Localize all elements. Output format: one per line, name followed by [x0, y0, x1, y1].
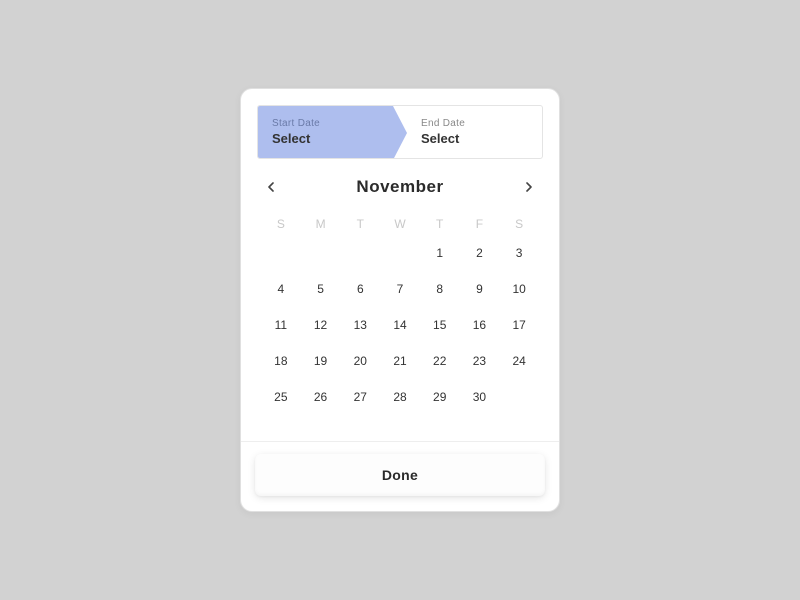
day-cell[interactable]: 21 — [380, 343, 420, 379]
weekday-header: S — [261, 213, 301, 235]
prev-month-button[interactable] — [263, 179, 279, 195]
day-cell[interactable]: 5 — [301, 271, 341, 307]
day-cell-empty — [301, 235, 341, 271]
weekday-header: F — [460, 213, 500, 235]
day-cell[interactable]: 27 — [340, 379, 380, 415]
day-cell[interactable]: 8 — [420, 271, 460, 307]
day-cell[interactable]: 28 — [380, 379, 420, 415]
end-date-value: Select — [421, 131, 528, 146]
day-cell[interactable]: 24 — [499, 343, 539, 379]
weekday-header-row: SMTWTFS — [257, 213, 543, 235]
day-cell[interactable]: 25 — [261, 379, 301, 415]
day-cell[interactable]: 10 — [499, 271, 539, 307]
day-cell[interactable]: 6 — [340, 271, 380, 307]
day-cell[interactable]: 15 — [420, 307, 460, 343]
weekday-header: S — [499, 213, 539, 235]
start-date-value: Select — [272, 131, 379, 146]
day-cell[interactable]: 30 — [460, 379, 500, 415]
date-range-picker: Start Date Select End Date Select Novemb… — [240, 88, 560, 512]
footer: Done — [241, 441, 559, 510]
day-cell[interactable]: 13 — [340, 307, 380, 343]
day-cell-empty — [340, 235, 380, 271]
end-date-label: End Date — [421, 118, 528, 129]
day-cell[interactable]: 23 — [460, 343, 500, 379]
day-cell[interactable]: 14 — [380, 307, 420, 343]
start-date-input[interactable]: Start Date Select — [258, 106, 393, 158]
weekday-header: T — [420, 213, 460, 235]
day-cell-empty — [380, 235, 420, 271]
day-cell[interactable]: 20 — [340, 343, 380, 379]
day-cell[interactable]: 1 — [420, 235, 460, 271]
done-button[interactable]: Done — [255, 454, 545, 496]
end-date-input[interactable]: End Date Select — [393, 106, 542, 158]
day-cell[interactable]: 12 — [301, 307, 341, 343]
calendar-body: Start Date Select End Date Select Novemb… — [241, 89, 559, 441]
day-cell[interactable]: 2 — [460, 235, 500, 271]
next-month-button[interactable] — [521, 179, 537, 195]
weekday-header: W — [380, 213, 420, 235]
day-cell[interactable]: 3 — [499, 235, 539, 271]
day-cell[interactable]: 9 — [460, 271, 500, 307]
day-cell[interactable]: 19 — [301, 343, 341, 379]
month-switcher: November — [257, 177, 543, 197]
weekday-header: M — [301, 213, 341, 235]
day-cell[interactable]: 16 — [460, 307, 500, 343]
day-cell[interactable]: 29 — [420, 379, 460, 415]
day-cell[interactable]: 26 — [301, 379, 341, 415]
day-cell[interactable]: 4 — [261, 271, 301, 307]
day-cell[interactable]: 22 — [420, 343, 460, 379]
chevron-right-icon — [525, 182, 533, 192]
range-inputs: Start Date Select End Date Select — [257, 105, 543, 159]
month-name: November — [356, 177, 443, 197]
days-grid: 1234567891011121314151617181920212223242… — [257, 235, 543, 425]
day-cell[interactable]: 18 — [261, 343, 301, 379]
chevron-left-icon — [267, 182, 275, 192]
weekday-header: T — [340, 213, 380, 235]
start-date-label: Start Date — [272, 118, 379, 129]
day-cell-empty — [261, 235, 301, 271]
day-cell[interactable]: 17 — [499, 307, 539, 343]
day-cell[interactable]: 7 — [380, 271, 420, 307]
day-cell[interactable]: 11 — [261, 307, 301, 343]
